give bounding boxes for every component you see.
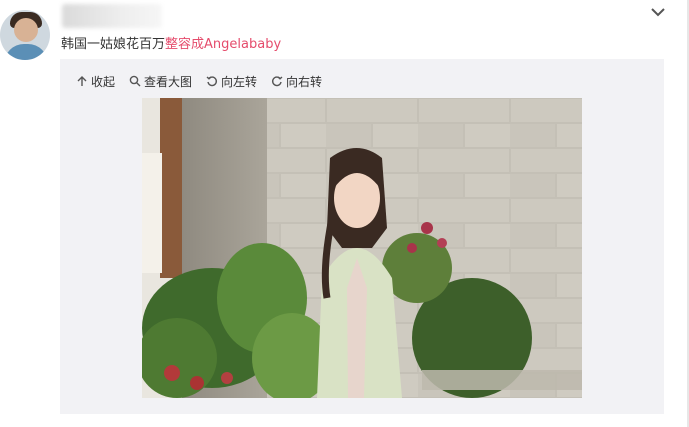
arrow-up-icon bbox=[77, 76, 87, 86]
post-text-prefix: 韩国一姑娘花百万 bbox=[61, 37, 166, 52]
avatar-shirt bbox=[4, 44, 48, 60]
collapse-button[interactable]: 收起 bbox=[76, 73, 115, 90]
rotate-left-button[interactable]: 向左转 bbox=[206, 73, 257, 90]
magnifier-icon bbox=[129, 75, 141, 87]
post-photo[interactable] bbox=[142, 98, 582, 398]
weibo-post-card: 韩国一姑娘花百万整容成Angelababy 收起 查看大图 向左转 向右转 bbox=[0, 0, 689, 427]
rotate-left-icon bbox=[206, 76, 218, 87]
rotate-right-button[interactable]: 向右转 bbox=[271, 73, 322, 90]
window-frame bbox=[160, 98, 182, 278]
avatar[interactable] bbox=[0, 10, 50, 60]
blurred-username bbox=[62, 4, 162, 28]
image-panel: 收起 查看大图 向左转 向右转 bbox=[60, 59, 664, 414]
rotate-right-icon bbox=[272, 76, 283, 87]
view-large-label: 查看大图 bbox=[144, 74, 193, 89]
post-text-tag[interactable]: 整容成Angelababy bbox=[165, 37, 281, 52]
post-text: 韩国一姑娘花百万整容成Angelababy bbox=[61, 33, 281, 52]
chevron-down-icon bbox=[651, 7, 665, 16]
post-menu-button[interactable] bbox=[648, 4, 668, 20]
avatar-face bbox=[14, 18, 38, 42]
rotate-right-label: 向右转 bbox=[286, 74, 323, 89]
watermark-blur bbox=[422, 370, 582, 390]
rotate-left-label: 向左转 bbox=[221, 74, 258, 89]
collapse-label: 收起 bbox=[91, 74, 116, 89]
image-toolbar: 收起 查看大图 向左转 向右转 bbox=[76, 73, 336, 89]
photo-illustration bbox=[142, 98, 582, 398]
window-glass bbox=[142, 153, 162, 273]
view-large-button[interactable]: 查看大图 bbox=[129, 73, 192, 90]
